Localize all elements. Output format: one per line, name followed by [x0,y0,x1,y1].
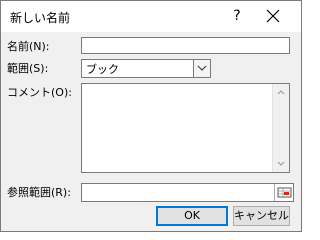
cancel-button[interactable]: キャンセル [233,206,290,226]
help-button[interactable]: ? [226,6,248,26]
scope-label: 範囲(S): [7,62,49,75]
name-input[interactable] [81,37,290,54]
name-label: 名前(N): [7,40,50,53]
close-button[interactable] [258,5,288,27]
scope-dropdown-button[interactable] [193,60,210,77]
new-name-dialog: 新しい名前 ? 名前(N): 範囲(S): ブック コメント(O): 参照範囲(… [0,0,302,232]
close-icon [266,9,280,23]
dialog-title: 新しい名前 [10,11,71,25]
refers-to-input[interactable] [81,183,294,202]
comment-textarea[interactable] [81,83,290,173]
chevron-down-icon [197,65,207,71]
title-bar[interactable]: 新しい名前 ? [1,1,301,32]
ok-button[interactable]: OK [156,206,228,226]
comment-label: コメント(O): [7,86,72,99]
comment-scrollbar[interactable] [272,84,289,172]
scroll-down-arrow-icon[interactable] [276,159,286,169]
scope-dropdown[interactable]: ブック [81,59,211,78]
scroll-up-arrow-icon[interactable] [276,87,286,97]
refers-to-label: 参照範囲(R): [7,186,71,199]
collapse-dialog-button[interactable] [274,184,293,201]
scope-value: ブック [86,63,119,76]
collapse-dialog-icon [277,187,292,198]
